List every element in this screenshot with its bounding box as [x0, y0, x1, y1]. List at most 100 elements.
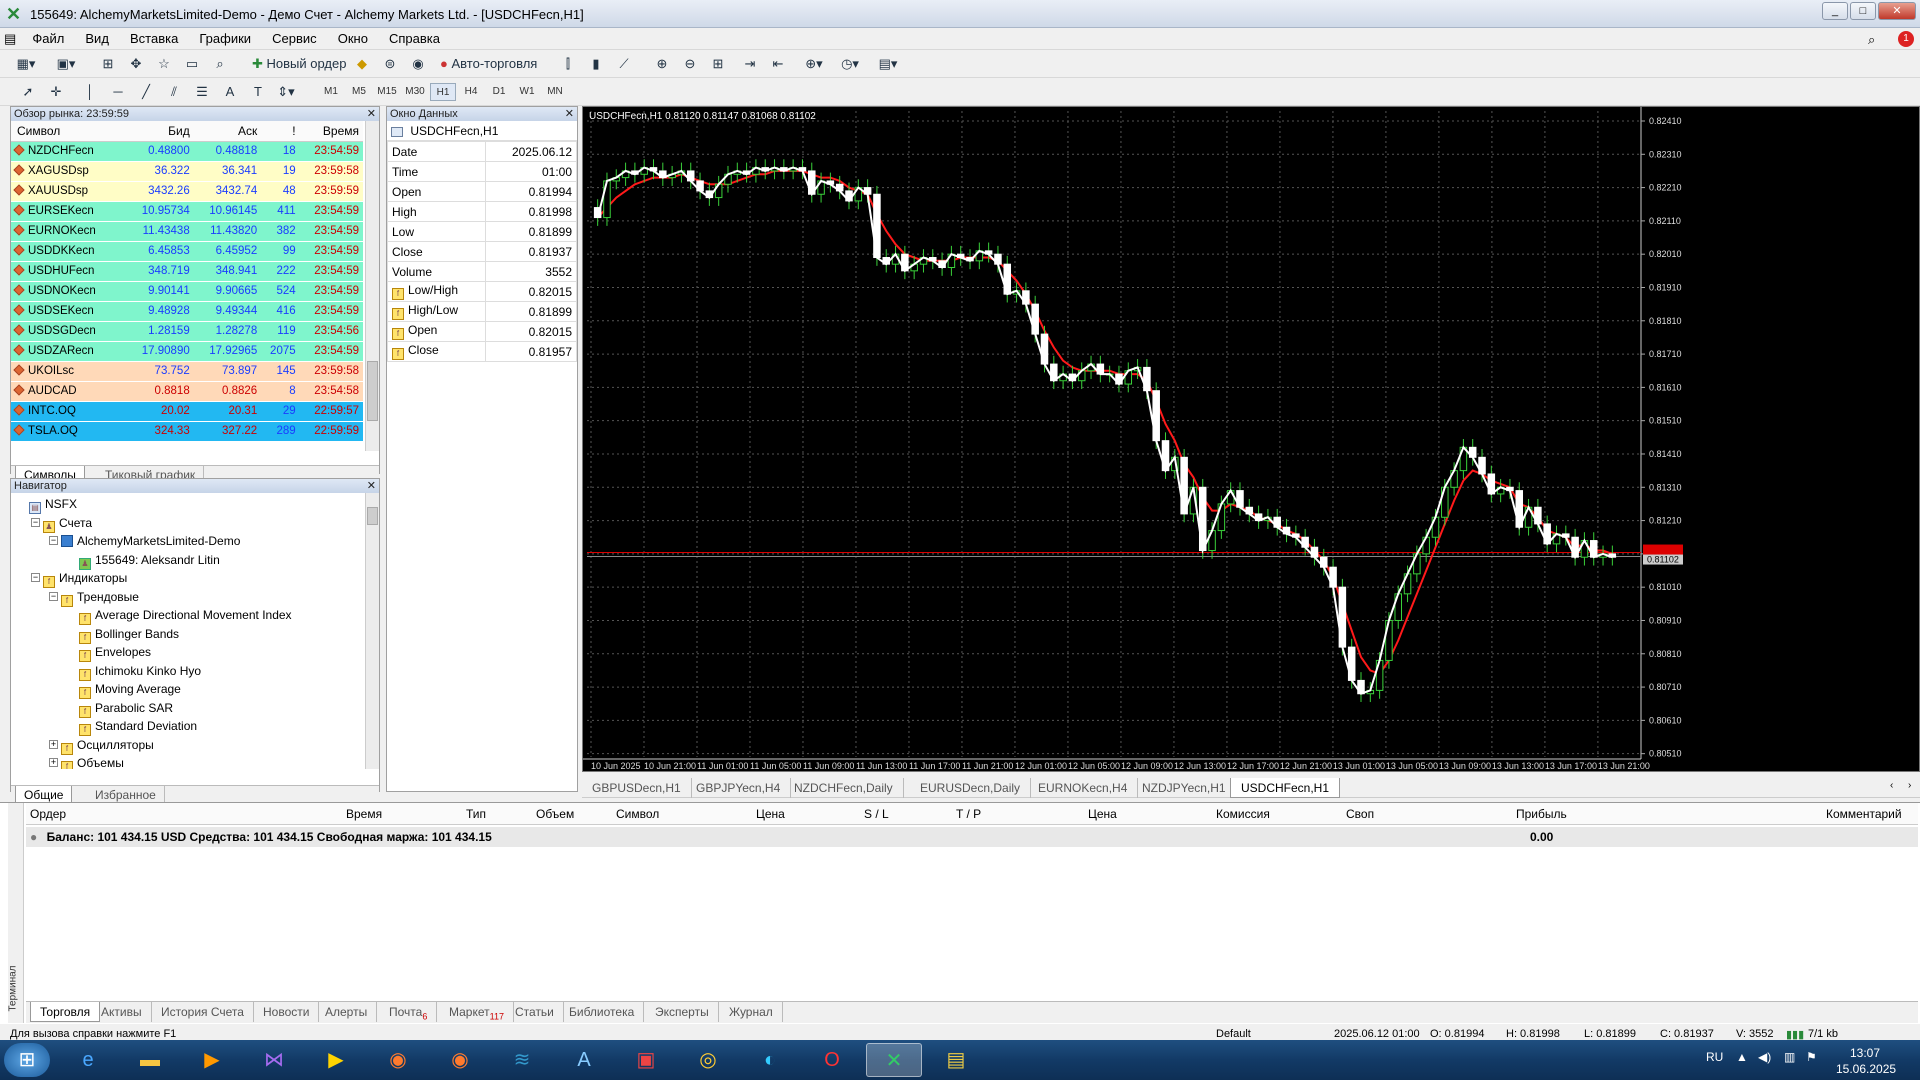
terminal-col[interactable]: Комиссия [1216, 807, 1270, 821]
close-button[interactable]: ✕ [1878, 2, 1916, 20]
market-watch-row[interactable]: EURSEKecn 10.95734 10.96145 411 23:54:59 [11, 201, 363, 222]
cursor-icon[interactable]: ➚ [18, 82, 38, 102]
indicators-icon[interactable]: ⊕▾ [804, 54, 824, 74]
app-icon[interactable]: ≋ [494, 1043, 550, 1077]
market-watch-icon[interactable]: ⊞ [98, 54, 118, 74]
timeframe-m1[interactable]: M1 [318, 83, 344, 101]
firefox-icon-2[interactable]: ◉ [432, 1043, 488, 1077]
crosshair-icon[interactable]: ✛ [46, 82, 66, 102]
zoom-out-icon[interactable]: ⊖ [680, 54, 700, 74]
opera-icon[interactable]: O [804, 1043, 860, 1077]
tray-up-icon[interactable]: ▲ [1736, 1050, 1748, 1064]
notification-icon[interactable]: 1 [1898, 31, 1914, 47]
flag-icon[interactable]: ⚑ [1806, 1050, 1817, 1064]
chart-tab[interactable]: EURUSDecn,Daily [910, 778, 1032, 798]
navigator-item[interactable]: f Standard Deviation [79, 717, 197, 736]
navigator-item[interactable]: ▤ NSFX [29, 495, 77, 514]
terminal-icon[interactable]: ▭ [182, 54, 202, 74]
market-watch-row[interactable]: USDDKKecn 6.45853 6.45952 99 23:54:59 [11, 241, 363, 262]
navigator-item[interactable]: f Envelopes [79, 643, 151, 662]
market-watch-row[interactable]: USDHUFecn 348.719 348.941 222 23:54:59 [11, 261, 363, 282]
terminal-col[interactable]: Тип [466, 807, 486, 821]
col-symbol[interactable]: Символ [11, 121, 127, 142]
navigator-item[interactable]: ♟ 155649: Aleksandr Litin [79, 551, 220, 570]
navigator-item[interactable]: f Parabolic SAR [79, 699, 173, 718]
expand-icon[interactable]: − [31, 517, 40, 527]
speaker-icon[interactable]: ◀) [1758, 1050, 1771, 1064]
navigator-item[interactable]: − f Трендовые [49, 588, 139, 607]
terminal-tab[interactable]: Маркет117 [440, 1002, 514, 1022]
status-profile[interactable]: Default [1216, 1028, 1251, 1040]
minimize-button[interactable]: _ [1822, 2, 1848, 20]
signals-icon[interactable]: ⊜ [380, 54, 400, 74]
col-ask[interactable]: Аск [193, 121, 262, 142]
arrows-icon[interactable]: ⇕▾ [276, 82, 296, 102]
explorer-icon[interactable]: ▬ [122, 1043, 178, 1077]
market-watch-row[interactable]: NZDCHFecn 0.48800 0.48818 18 23:54:59 [11, 141, 363, 162]
terminal-tab[interactable]: Активы [92, 1002, 152, 1022]
language-indicator[interactable]: RU [1706, 1050, 1723, 1064]
bar-chart-icon[interactable]: ⫿ [558, 54, 578, 74]
market-watch-row[interactable]: TSLA.OQ 324.33 327.22 289 22:59:59 [11, 421, 363, 442]
edge-icon[interactable]: ◐ [742, 1043, 798, 1077]
navigator-item[interactable]: f Average Directional Movement Index [79, 606, 292, 625]
col-time[interactable]: Время [299, 121, 363, 142]
chart-tab-active[interactable]: USDCHFecn,H1 [1230, 778, 1341, 798]
presentation-icon[interactable]: ▣ [618, 1043, 674, 1077]
expand-icon[interactable]: + [49, 758, 58, 767]
terminal-col[interactable]: Своп [1346, 807, 1374, 821]
vertical-line-icon[interactable]: │ [80, 82, 100, 102]
terminal-col[interactable]: S / L [864, 807, 889, 821]
market-watch-row[interactable]: UKOILsc 73.752 73.897 145 23:59:58 [11, 361, 363, 382]
chart-tab[interactable]: GBPUSDecn,H1 [582, 778, 692, 798]
line-chart-icon[interactable]: ⟋ [614, 54, 634, 74]
metaeditor-icon[interactable]: ◆ [352, 54, 372, 74]
market-watch-row[interactable]: USDSGDecn 1.28159 1.28278 119 23:54:56 [11, 321, 363, 342]
navigator-item[interactable]: + f Объемы [49, 754, 124, 769]
expand-icon[interactable]: + [49, 739, 58, 749]
market-watch-row[interactable]: AUDCAD 0.8818 0.8826 8 23:54:58 [11, 381, 363, 402]
timeframe-d1[interactable]: D1 [486, 83, 512, 101]
search-icon[interactable]: ⌕ [1868, 32, 1875, 48]
terminal-col[interactable]: Объем [536, 807, 574, 821]
market-watch-row[interactable]: USDZARecn 17.90890 17.92965 2075 23:54:59 [11, 341, 363, 362]
col-bid[interactable]: Бид [126, 121, 194, 142]
navigator-item[interactable]: − f Индикаторы [31, 569, 127, 588]
alpha-icon[interactable]: A [556, 1043, 612, 1077]
templates-icon[interactable]: ▤▾ [878, 54, 898, 74]
metatrader-icon[interactable]: ✕ [866, 1043, 922, 1077]
menu-insert[interactable]: Вставка [121, 28, 187, 49]
navigator-item[interactable]: − AlchemyMarketsLimited-Demo [49, 532, 240, 550]
navigator-item[interactable]: f Bollinger Bands [79, 625, 179, 644]
market-watch-row[interactable]: XAUUSDsp 3432.26 3432.74 48 23:59:59 [11, 181, 363, 202]
vps-icon[interactable]: ◉ [408, 54, 428, 74]
navigator-item[interactable]: + f Осцилляторы [49, 736, 154, 755]
tile-windows-icon[interactable]: ⊞ [708, 54, 728, 74]
menu-window[interactable]: Окно [329, 28, 377, 49]
col-spread[interactable]: ! [261, 121, 300, 142]
scrollbar-thumb[interactable] [367, 361, 378, 421]
terminal-tab[interactable]: Торговля [30, 1002, 101, 1022]
navigator-item[interactable]: f Ichimoku Kinko Hyo [79, 662, 201, 681]
timeframe-m5[interactable]: M5 [346, 83, 372, 101]
timeframe-m30[interactable]: M30 [402, 83, 428, 101]
new-chart-icon[interactable]: ▦▾ [16, 54, 36, 74]
tester-icon[interactable]: ⌕ [210, 54, 230, 74]
new-order-button[interactable]: ✚ Новый ордер [248, 54, 350, 74]
terminal-col[interactable]: T / P [956, 807, 981, 821]
auto-trading-button[interactable]: ● Авто-торговля [436, 54, 541, 74]
close-icon[interactable]: ✕ [565, 107, 574, 121]
timeframe-h1[interactable]: H1 [430, 83, 456, 101]
chrome-icon[interactable]: ◎ [680, 1043, 736, 1077]
expand-icon[interactable]: − [49, 591, 58, 601]
chart-tab[interactable]: GBPJPYecn,H4 [686, 778, 792, 798]
navigator-scrollbar[interactable] [365, 493, 379, 769]
terminal-tab[interactable]: Новости [254, 1002, 320, 1022]
candle-chart-icon[interactable]: ▮ [586, 54, 606, 74]
terminal-col[interactable]: Прибыль [1516, 807, 1567, 821]
media-player-icon[interactable]: ▶ [184, 1043, 240, 1077]
timeframe-w1[interactable]: W1 [514, 83, 540, 101]
clock-time[interactable]: 13:07 [1850, 1046, 1880, 1060]
terminal-col[interactable]: Время [346, 807, 382, 821]
channel-icon[interactable]: ⫽ [164, 82, 184, 102]
